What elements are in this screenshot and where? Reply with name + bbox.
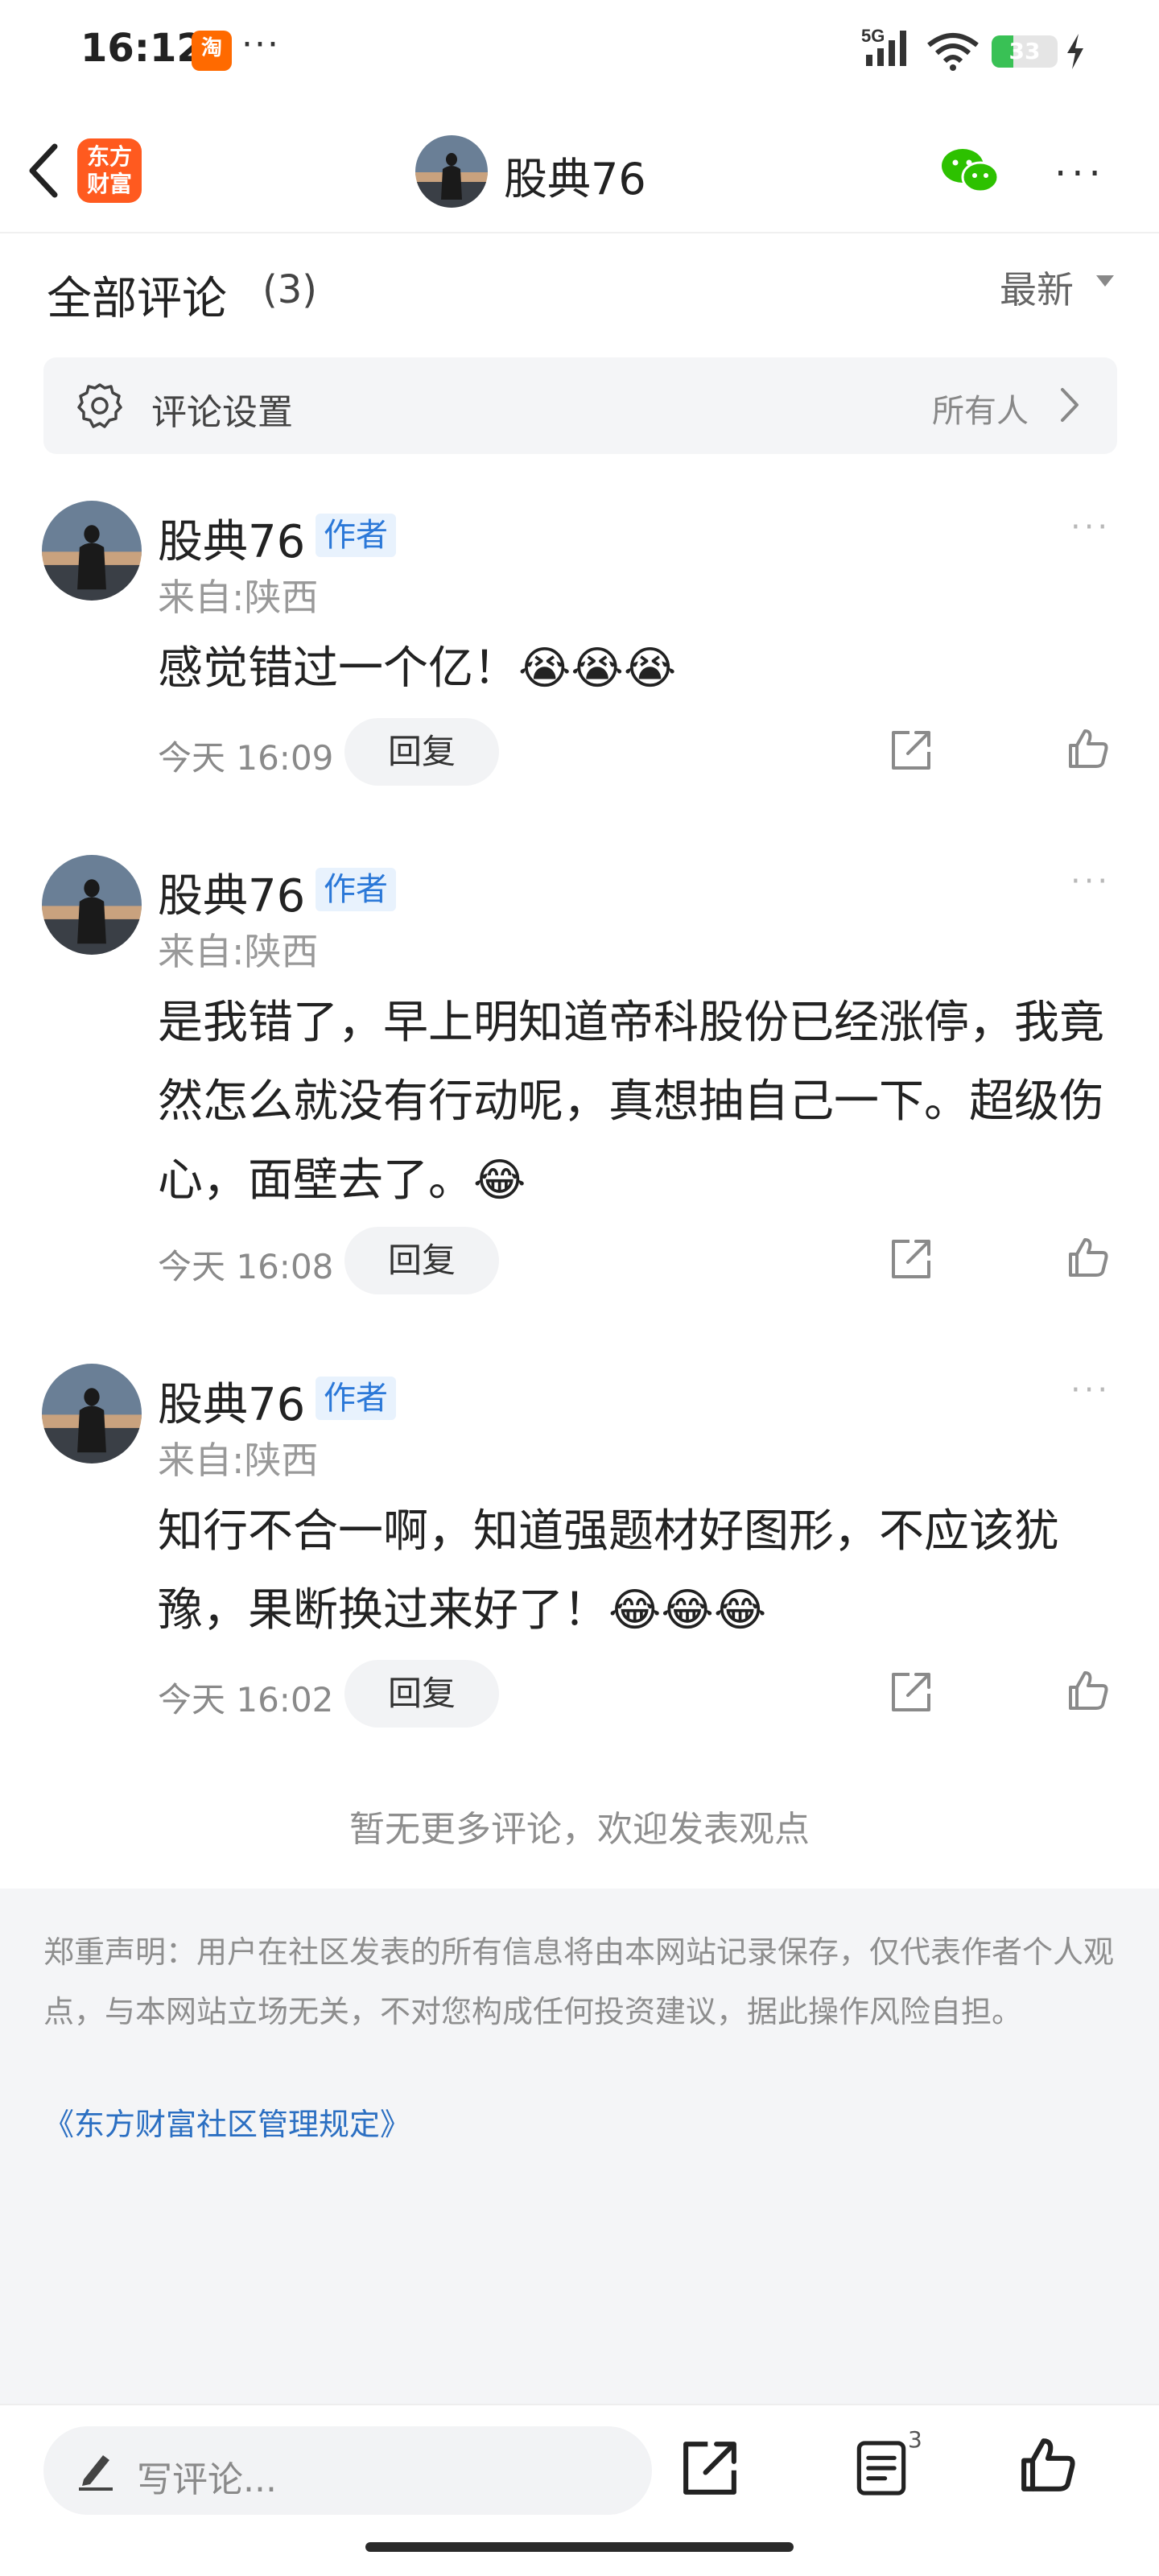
comment-more-icon[interactable]: ···	[1070, 509, 1111, 546]
charging-bolt-icon	[1067, 34, 1083, 69]
status-bar: 16:12 淘 ··· 5G 33	[0, 0, 1159, 105]
reply-button[interactable]: 回复	[344, 1227, 499, 1294]
bottom-action-bar: 写评论... 3	[0, 2404, 1159, 2576]
nav-title: 股典76	[504, 154, 646, 204]
comment-text: 是我错了，早上明知道帝科股份已经涨停，我竟然怎么就没有行动呢，真想抽自己一下。超…	[158, 997, 1104, 1207]
share-icon[interactable]	[889, 728, 934, 773]
comment-more-icon[interactable]: ···	[1070, 863, 1111, 900]
write-comment-input[interactable]: 写评论...	[43, 2426, 652, 2515]
reply-button[interactable]: 回复	[344, 718, 499, 786]
comments-count: (3)	[262, 267, 317, 312]
avatar-image	[42, 855, 142, 955]
comments-section-title: 全部评论	[47, 273, 227, 325]
comment-text: 知行不合一啊，知道强题材好图形，不应该犹豫，果断换过来好了！😂😂😂	[158, 1505, 1059, 1637]
taobao-notification-icon: 淘	[192, 31, 232, 71]
author-badge: 作者	[316, 1377, 396, 1420]
community-rules-link[interactable]: 《东方财富社区管理规定》	[43, 2099, 410, 2144]
comment-more-icon[interactable]: ···	[1070, 1372, 1111, 1409]
commenter-location: 来自:陕西	[158, 576, 319, 619]
cellular-signal-icon: 5G	[861, 26, 906, 66]
comment-item: 股典76 作者 ··· 来自:陕西 知行不合一啊，知道强题材好图形，不应该犹豫，…	[0, 1364, 1159, 1734]
thumbs-up-icon[interactable]	[1066, 1668, 1111, 1713]
comment-item: 股典76 作者 ··· 来自:陕西 是我错了，早上明知道帝科股份已经涨停，我竟然…	[0, 855, 1159, 1306]
back-arrow-icon[interactable]	[19, 138, 68, 203]
commenter-avatar[interactable]	[42, 855, 142, 955]
comment-time: 今天 16:09	[158, 738, 334, 778]
wechat-icon[interactable]	[940, 147, 1001, 195]
comment-settings-label: 评论设置	[151, 392, 293, 433]
status-time: 16:12	[80, 26, 204, 71]
comment-time: 今天 16:02	[158, 1680, 334, 1719]
avatar-image	[42, 1364, 142, 1463]
app-logo[interactable]: 东方财富	[77, 138, 142, 203]
no-more-comments-text: 暂无更多评论，欢迎发表观点	[349, 1809, 810, 1850]
avatar-image	[42, 501, 142, 601]
comment-time: 今天 16:08	[158, 1247, 334, 1286]
avatar-image	[415, 135, 488, 208]
disclaimer-text: 郑重声明：用户在社区发表的所有信息将由本网站记录保存，仅代表作者个人观点，与本网…	[43, 1934, 1115, 2029]
chevron-right-icon	[1061, 388, 1079, 422]
commenter-name[interactable]: 股典76	[158, 506, 305, 571]
sort-dropdown[interactable]: 最新	[1000, 261, 1074, 314]
share-icon[interactable]	[679, 2438, 740, 2499]
comment-text: 感觉错过一个亿！😭😭😭	[158, 642, 677, 695]
thumbs-up-icon[interactable]	[1017, 2434, 1079, 2496]
commenter-avatar[interactable]	[42, 501, 142, 601]
home-indicator[interactable]	[365, 2542, 794, 2552]
battery-level-text: 33	[1008, 38, 1041, 64]
comment-visibility-value: 所有人	[932, 393, 1029, 430]
network-type-label: 5G	[861, 26, 885, 46]
wifi-icon	[927, 33, 979, 71]
reply-button[interactable]: 回复	[344, 1660, 499, 1728]
comment-item: 股典76 作者 ··· 来自:陕西 感觉错过一个亿！😭😭😭 今天 16:09 回…	[0, 501, 1159, 791]
comment-placeholder: 写评论...	[137, 2459, 277, 2500]
battery-icon: 33	[992, 35, 1058, 68]
commenter-location: 来自:陕西	[158, 930, 319, 973]
pencil-icon	[79, 2455, 113, 2491]
author-avatar[interactable]	[415, 135, 488, 208]
comments-list-icon[interactable]	[853, 2438, 909, 2499]
author-badge: 作者	[316, 514, 396, 557]
disclaimer-section: 郑重声明：用户在社区发表的所有信息将由本网站记录保存，仅代表作者个人观点，与本网…	[0, 1889, 1159, 2404]
commenter-name[interactable]: 股典76	[158, 860, 305, 925]
thumbs-up-icon[interactable]	[1066, 1235, 1111, 1280]
nav-bar: 东方财富 股典76 ···	[0, 105, 1159, 233]
comment-count-badge: 3	[908, 2426, 922, 2453]
gear-icon	[77, 383, 122, 428]
commenter-avatar[interactable]	[42, 1364, 142, 1463]
commenter-location: 来自:陕西	[158, 1439, 319, 1482]
comment-settings-row[interactable]: 评论设置 所有人	[43, 357, 1117, 454]
thumbs-up-icon[interactable]	[1066, 726, 1111, 771]
share-icon[interactable]	[889, 1670, 934, 1715]
more-options-icon[interactable]: ···	[1054, 151, 1106, 196]
more-notifications-icon: ···	[241, 24, 280, 65]
share-icon[interactable]	[889, 1236, 934, 1282]
commenter-name[interactable]: 股典76	[158, 1368, 305, 1434]
author-badge: 作者	[316, 868, 396, 911]
caret-down-icon[interactable]	[1095, 274, 1116, 290]
